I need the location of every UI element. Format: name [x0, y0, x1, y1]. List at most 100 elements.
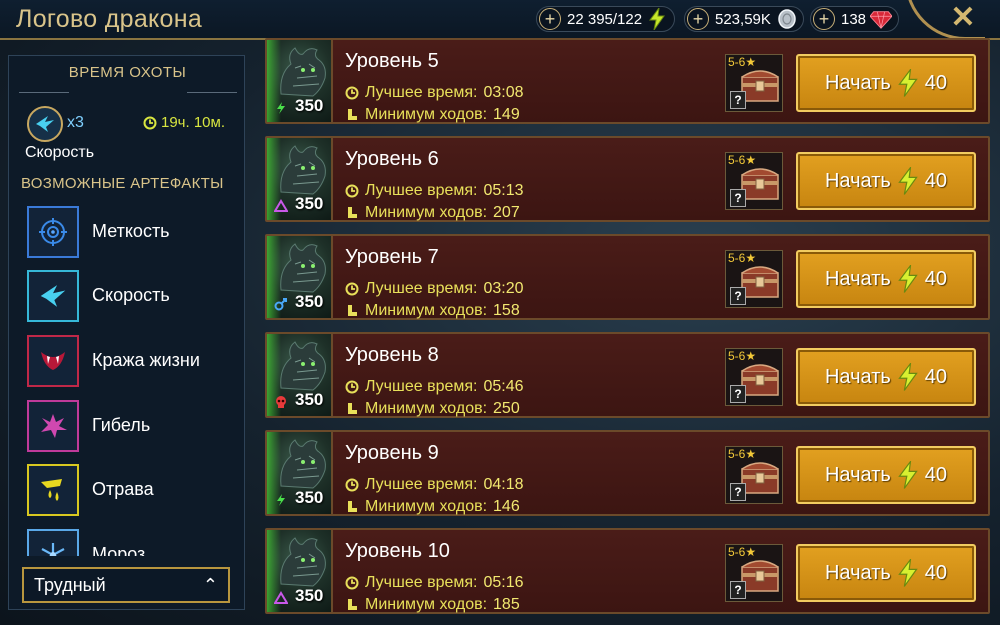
unknown-reward-icon: ?: [730, 581, 746, 599]
start-button[interactable]: Начать 40: [796, 446, 976, 504]
min-moves-label: Минимум ходов:: [365, 204, 488, 221]
reward-chest[interactable]: 5-6★ ?: [725, 348, 783, 406]
min-moves-value: 185: [493, 596, 520, 613]
page-title: Логово дракона: [16, 5, 203, 33]
best-time-label: Лучшее время:: [365, 84, 478, 101]
clock-icon: [345, 86, 359, 100]
accuracy-icon: [27, 206, 79, 258]
level-row: 350 Уровень 8 Лучшее время: 05:46 Миниму…: [265, 332, 990, 418]
reward-chest[interactable]: 5-6★ ?: [725, 544, 783, 602]
boost-label: Скорость: [25, 144, 95, 161]
artifact-item-destroy[interactable]: Гибель: [27, 400, 242, 454]
gem-counter[interactable]: + 138: [810, 6, 900, 32]
min-moves-value: 146: [493, 498, 520, 515]
artifact-label: Скорость: [92, 285, 170, 305]
best-time-label: Лучшее время:: [365, 280, 478, 297]
min-moves: Минимум ходов: 146: [345, 498, 520, 516]
start-button[interactable]: Начать 40: [796, 54, 976, 112]
best-time: Лучшее время: 03:08: [345, 84, 524, 102]
boot-icon: [348, 305, 357, 316]
dragon-portrait: 350: [267, 40, 333, 122]
artifact-item-accuracy[interactable]: Меткость: [27, 206, 242, 260]
reward-chest[interactable]: 5-6★ ?: [725, 152, 783, 210]
frost-icon: [27, 529, 79, 556]
clock-icon: [345, 282, 359, 296]
unknown-reward-icon: ?: [730, 287, 746, 305]
silver-icon: [775, 8, 797, 30]
enemy-power: 350: [295, 390, 324, 409]
start-button-label: Начать: [824, 463, 891, 486]
enemy-power: 350: [295, 96, 324, 115]
unknown-reward-icon: ?: [730, 189, 746, 207]
energy-cost: 40: [924, 365, 948, 388]
energy-value: 22 395/122: [567, 10, 643, 28]
boot-icon: [348, 599, 357, 610]
reward-chest[interactable]: 5-6★ ?: [725, 54, 783, 112]
difficulty-select[interactable]: Трудный ⌃: [22, 567, 230, 603]
boost-timer: 19ч. 10м.: [143, 114, 225, 131]
reward-chest[interactable]: 5-6★ ?: [725, 250, 783, 308]
chest-icon: [741, 560, 779, 592]
start-button-label: Начать: [824, 365, 891, 388]
artifact-item-poison[interactable]: Отрава: [27, 464, 242, 518]
start-button[interactable]: Начать 40: [796, 348, 976, 406]
void-affinity-icon: [273, 198, 289, 214]
boot-icon: [348, 207, 357, 218]
energy-cost: 40: [924, 71, 948, 94]
start-button[interactable]: Начать 40: [796, 250, 976, 308]
magic-affinity-icon: [273, 100, 289, 116]
unknown-reward-icon: ?: [730, 385, 746, 403]
min-moves-value: 250: [493, 400, 520, 417]
dragon-icon: [280, 341, 326, 391]
artifact-item-speed[interactable]: Скорость: [27, 270, 242, 324]
unknown-reward-icon: ?: [730, 483, 746, 501]
start-button[interactable]: Начать 40: [796, 544, 976, 602]
best-time-value: 03:08: [483, 84, 524, 101]
min-moves-value: 207: [493, 204, 520, 221]
min-moves-label: Минимум ходов:: [365, 302, 488, 319]
speed-boost-icon[interactable]: [27, 106, 63, 142]
best-time: Лучшее время: 04:18: [345, 476, 524, 494]
artifact-label: Кража жизни: [92, 350, 200, 370]
add-gems-button[interactable]: +: [813, 8, 835, 30]
artifact-item-frost[interactable]: Мороз: [27, 529, 242, 556]
energy-cost: 40: [924, 169, 948, 192]
artifact-list[interactable]: Меткость Скорость Кража жизни Гибель Отр…: [9, 202, 246, 556]
dragon-portrait: 350: [267, 432, 333, 514]
best-time-label: Лучшее время:: [365, 574, 478, 591]
dragon-portrait: 350: [267, 530, 333, 612]
clock-icon: [143, 116, 157, 129]
min-moves: Минимум ходов: 185: [345, 596, 520, 614]
best-time: Лучшее время: 03:20: [345, 280, 524, 298]
gem-icon: [870, 8, 893, 30]
close-button[interactable]: ✕: [948, 3, 978, 33]
level-row: 350 Уровень 9 Лучшее время: 04:18 Миниму…: [265, 430, 990, 516]
min-moves-label: Минимум ходов:: [365, 596, 488, 613]
energy-counter[interactable]: + 22 395/122: [536, 6, 676, 32]
hunt-info-panel: ВРЕМЯ ОХОТЫ x3 19ч. 10м. Скорость ВОЗМОЖ…: [8, 55, 245, 610]
add-energy-button[interactable]: +: [539, 8, 561, 30]
add-silver-button[interactable]: +: [687, 8, 709, 30]
min-moves-label: Минимум ходов:: [365, 400, 488, 417]
best-time-value: 05:46: [483, 378, 524, 395]
clock-icon: [345, 380, 359, 394]
artifact-item-lifesteal[interactable]: Кража жизни: [27, 335, 242, 389]
energy-icon: [898, 363, 918, 391]
skull-affinity-icon: [273, 394, 289, 410]
min-moves: Минимум ходов: 149: [345, 106, 520, 124]
chest-icon: [741, 168, 779, 200]
start-button[interactable]: Начать 40: [796, 152, 976, 210]
silver-counter[interactable]: + 523,59K: [684, 6, 804, 32]
best-time-label: Лучшее время:: [365, 476, 478, 493]
min-moves: Минимум ходов: 250: [345, 400, 520, 418]
best-time-value: 05:16: [483, 574, 524, 591]
enemy-power: 350: [295, 488, 324, 507]
min-moves: Минимум ходов: 207: [345, 204, 520, 222]
artifacts-title: ВОЗМОЖНЫЕ АРТЕФАКТЫ: [21, 175, 224, 192]
boot-icon: [348, 109, 357, 120]
reward-chest[interactable]: 5-6★ ?: [725, 446, 783, 504]
artifact-label: Мороз: [92, 544, 146, 556]
hunt-time-title: ВРЕМЯ ОХОТЫ: [68, 64, 187, 81]
energy-icon: [646, 8, 668, 30]
best-time: Лучшее время: 05:13: [345, 182, 524, 200]
